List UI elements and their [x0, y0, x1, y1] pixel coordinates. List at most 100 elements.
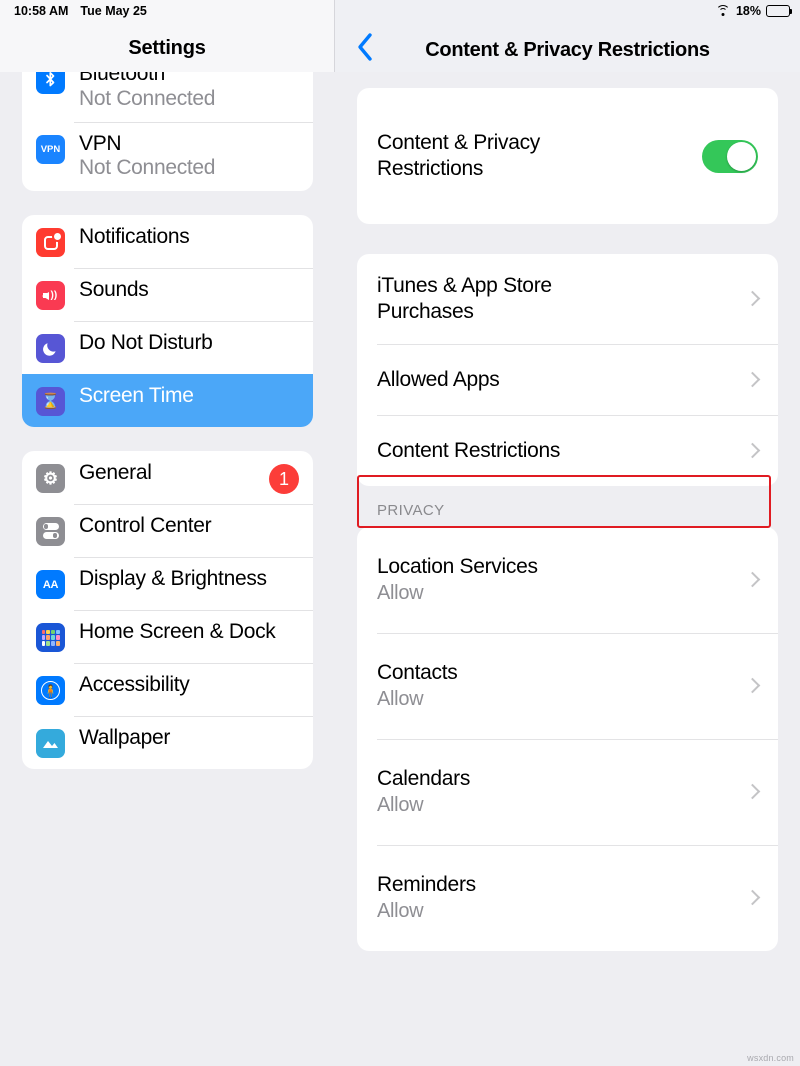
row-label: iTunes & App Store Purchases — [377, 274, 552, 323]
sidebar-item-screen-time[interactable]: ⌛ Screen Time — [22, 374, 313, 428]
row-value: Allow — [377, 899, 424, 922]
row-location-services-text: Location Services Allow — [377, 554, 734, 606]
row-allowed-apps[interactable]: Allowed Apps — [357, 344, 778, 415]
row-itunes-app-store-purchases[interactable]: iTunes & App Store Purchases — [357, 254, 778, 344]
sidebar-item-home-screen-text: Home Screen & Dock — [79, 620, 299, 645]
row-content-restrictions-text: Content Restrictions — [377, 438, 734, 464]
sidebar-item-home-screen-dock[interactable]: Home Screen & Dock — [22, 610, 313, 663]
sidebar-header: Settings — [0, 0, 335, 72]
row-contacts[interactable]: Contacts Allow — [357, 633, 778, 739]
sidebar-item-label: Home Screen & Dock — [79, 620, 276, 644]
sounds-icon: )) — [36, 281, 65, 311]
chevron-right-icon — [746, 888, 758, 908]
row-label: Allowed Apps — [377, 367, 500, 391]
sidebar-item-label: Notifications — [79, 225, 190, 249]
content-privacy-toggle-row[interactable]: Content & Privacy Restrictions — [357, 88, 778, 224]
wallpaper-icon — [36, 729, 65, 759]
row-label: Reminders — [377, 873, 476, 897]
sidebar-item-screen-time-text: Screen Time — [79, 384, 299, 409]
row-label: Location Services — [377, 555, 538, 579]
chevron-right-icon — [746, 782, 758, 802]
sidebar-item-notifications[interactable]: Notifications — [22, 215, 313, 268]
sidebar-item-label: Control Center — [79, 514, 212, 538]
row-location-services[interactable]: Location Services Allow — [357, 527, 778, 633]
detail-page-title: Content & Privacy Restrictions — [425, 39, 710, 61]
sidebar-item-label: General — [79, 461, 152, 485]
status-badge: 1 — [269, 464, 299, 495]
sidebar-item-dnd-text: Do Not Disturb — [79, 331, 299, 356]
sidebar-item-accessibility[interactable]: 🧍 Accessibility — [22, 663, 313, 716]
row-label: Content Restrictions — [377, 438, 561, 462]
display-brightness-icon: AA — [36, 570, 65, 600]
row-reminders-text: Reminders Allow — [377, 872, 734, 924]
row-reminders[interactable]: Reminders Allow — [357, 845, 778, 951]
row-contacts-text: Contacts Allow — [377, 660, 734, 712]
sidebar-item-label: Screen Time — [79, 384, 194, 408]
sidebar-item-display-text: Display & Brightness — [79, 567, 299, 592]
back-chevron-icon[interactable] — [343, 32, 387, 62]
sidebar-item-label: VPN — [79, 131, 122, 155]
row-content-restrictions[interactable]: Content Restrictions — [357, 415, 778, 486]
sidebar-item-label: Accessibility — [79, 673, 190, 697]
home-screen-icon — [36, 623, 65, 653]
privacy-card: Location Services Allow Contacts Allow C… — [357, 527, 778, 951]
chevron-right-icon — [746, 370, 758, 390]
moon-icon — [36, 334, 65, 364]
sidebar-item-label: Display & Brightness — [79, 567, 267, 591]
sidebar-item-control-center[interactable]: Control Center — [22, 504, 313, 557]
sidebar-item-vpn-text: VPN Not Connected — [79, 132, 299, 182]
detail-scroll-area[interactable]: Content & Privacy Restrictions iTunes & … — [335, 0, 800, 1066]
sidebar-item-label: Do Not Disturb — [79, 331, 213, 355]
row-label: Contacts — [377, 661, 458, 685]
sidebar-group-connectivity: Bluetooth Not Connected VPN VPN Not Conn… — [22, 52, 313, 192]
sidebar-item-accessibility-text: Accessibility — [79, 673, 299, 698]
sidebar-item-sounds-text: Sounds — [79, 278, 299, 303]
sidebar-item-general[interactable]: ⚙ General 1 — [22, 451, 313, 504]
sidebar-item-notifications-text: Notifications — [79, 225, 299, 250]
sidebar-item-general-text: General — [79, 461, 255, 486]
detail-pane: Content & Privacy Restrictions iTunes & … — [335, 0, 800, 1066]
sidebar-group-system: ⚙ General 1 Control Center AA Display & … — [22, 451, 313, 770]
content-privacy-toggle-label: Content & Privacy Restrictions — [377, 131, 540, 180]
hourglass-icon: ⌛ — [36, 387, 65, 417]
sidebar-item-wallpaper-text: Wallpaper — [79, 726, 299, 751]
sidebar-item-display-brightness[interactable]: AA Display & Brightness — [22, 557, 313, 610]
content-privacy-toggle-text: Content & Privacy Restrictions — [377, 130, 702, 181]
sidebar-scroll-area[interactable]: Bluetooth Not Connected VPN VPN Not Conn… — [0, 0, 335, 1066]
row-value: Allow — [377, 581, 424, 604]
detail-header: Content & Privacy Restrictions — [335, 0, 800, 72]
chevron-right-icon — [746, 289, 758, 309]
sidebar-item-vpn[interactable]: VPN VPN Not Connected — [22, 121, 313, 192]
page-title: Settings — [128, 37, 206, 59]
sidebar-item-label: Sounds — [79, 278, 149, 302]
watermark: wsxdn.com — [747, 1053, 794, 1063]
sidebar-item-sounds[interactable]: )) Sounds — [22, 268, 313, 321]
row-calendars-text: Calendars Allow — [377, 766, 734, 818]
ipad-settings-screen: 10:58 AM Tue May 25 18% Bluetooth Not Co… — [0, 0, 800, 1066]
privacy-section-header: PRIVACY — [377, 502, 445, 519]
sidebar-item-do-not-disturb[interactable]: Do Not Disturb — [22, 321, 313, 374]
settings-sidebar[interactable]: Bluetooth Not Connected VPN VPN Not Conn… — [0, 0, 335, 1066]
row-label: Calendars — [377, 767, 471, 791]
chevron-right-icon — [746, 570, 758, 590]
sidebar-group-alerts: Notifications )) Sounds Do Not Disturb ⌛… — [22, 215, 313, 428]
sidebar-item-control-center-text: Control Center — [79, 514, 299, 539]
row-itunes-text: iTunes & App Store Purchases — [377, 273, 734, 324]
row-value: Allow — [377, 793, 424, 816]
sidebar-item-label: Wallpaper — [79, 726, 171, 750]
restrictions-card: iTunes & App Store Purchases Allowed App… — [357, 254, 778, 486]
row-calendars[interactable]: Calendars Allow — [357, 739, 778, 845]
sidebar-item-wallpaper[interactable]: Wallpaper — [22, 716, 313, 769]
vpn-icon: VPN — [36, 134, 65, 164]
control-center-icon — [36, 517, 65, 547]
content-privacy-toggle[interactable] — [702, 139, 758, 173]
gear-icon: ⚙ — [36, 464, 65, 494]
accessibility-icon: 🧍 — [36, 676, 65, 706]
chevron-right-icon — [746, 676, 758, 696]
content-privacy-toggle-card: Content & Privacy Restrictions — [357, 88, 778, 224]
row-allowed-apps-text: Allowed Apps — [377, 367, 734, 393]
notifications-icon — [36, 228, 65, 258]
row-value: Allow — [377, 687, 424, 710]
chevron-right-icon — [746, 441, 758, 461]
sidebar-item-value: Not Connected — [79, 86, 216, 110]
